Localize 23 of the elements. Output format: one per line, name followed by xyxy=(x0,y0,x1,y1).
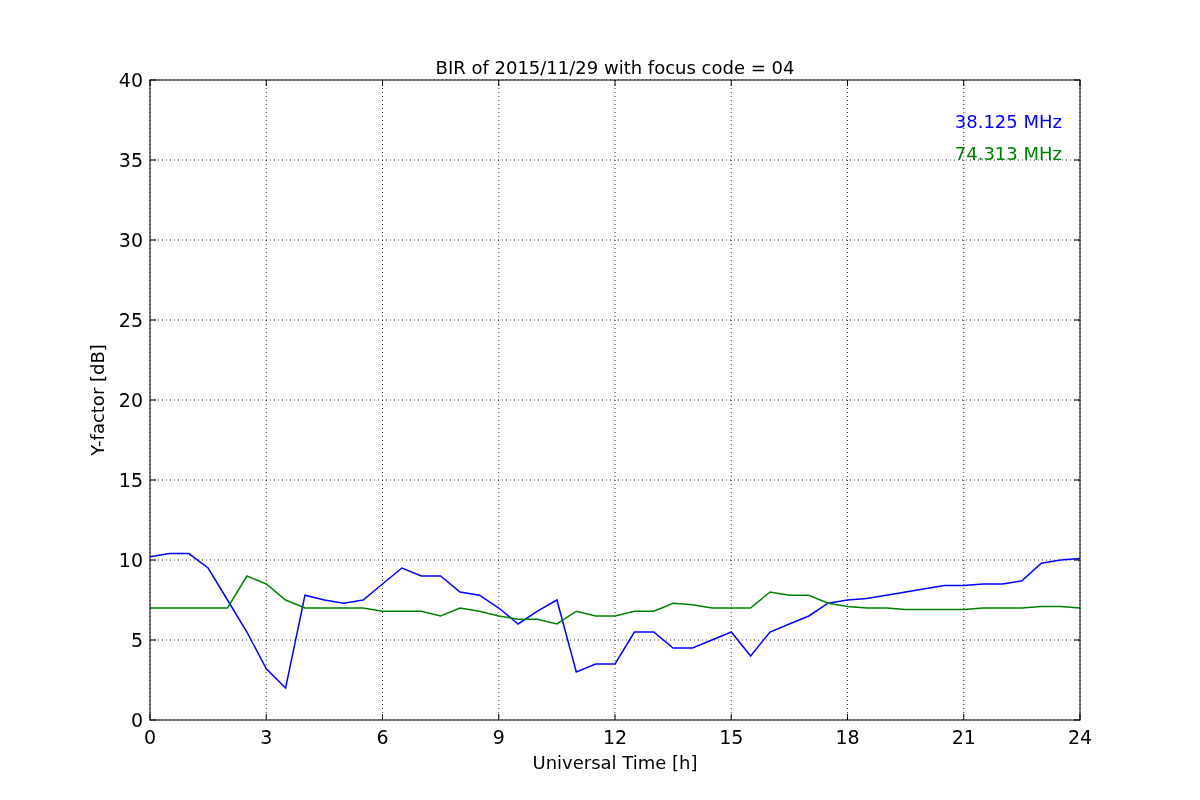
x-tick-label: 15 xyxy=(719,726,744,748)
x-tick-label: 6 xyxy=(376,726,389,748)
x-tick-label: 0 xyxy=(143,726,157,748)
x-tick-label: 9 xyxy=(492,726,505,748)
chart-title: BIR of 2015/11/29 with focus code = 04 xyxy=(435,57,795,78)
x-tick-label: 21 xyxy=(951,726,976,748)
y-tick-label: 30 xyxy=(118,229,143,251)
y-tick-label: 5 xyxy=(130,629,143,651)
legend-label: 38.125 MHz xyxy=(954,111,1062,132)
y-tick-label: 20 xyxy=(118,389,143,411)
y-tick-label: 0 xyxy=(130,709,143,731)
y-tick-label: 25 xyxy=(118,309,143,331)
y-tick-label: 35 xyxy=(118,149,143,171)
x-axis-label: Universal Time [h] xyxy=(532,752,698,773)
y-tick-label: 15 xyxy=(118,469,143,491)
y-tick-label: 40 xyxy=(118,69,143,91)
x-tick-label: 3 xyxy=(260,726,273,748)
y-axis-label: Y-factor [dB] xyxy=(87,344,108,456)
y-tick-label: 10 xyxy=(118,549,143,571)
x-tick-label: 24 xyxy=(1067,726,1093,748)
legend-label: 74.313 MHz xyxy=(954,143,1062,164)
x-tick-label: 12 xyxy=(602,726,628,748)
x-tick-label: 18 xyxy=(835,726,860,748)
